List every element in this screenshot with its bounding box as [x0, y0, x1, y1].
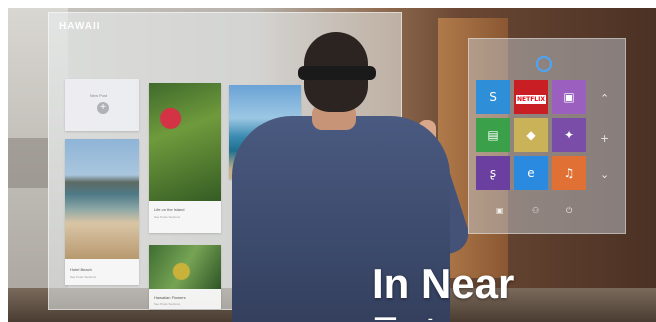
- cortana-icon[interactable]: [536, 56, 552, 72]
- overlay-caption: In Near Fut: [372, 260, 514, 320]
- flowers-photo: [149, 83, 221, 201]
- plus-icon[interactable]: +: [600, 132, 609, 145]
- people-icon[interactable]: ⚇: [532, 206, 539, 215]
- plus-icon[interactable]: +: [97, 102, 109, 114]
- chevron-down-icon[interactable]: ⌄: [600, 168, 609, 181]
- card-meta: See Posts Sections: [70, 275, 97, 279]
- window-title: HAWAII: [59, 21, 101, 32]
- new-post-card[interactable]: New Post +: [65, 79, 139, 131]
- app-icon: ▣: [563, 90, 575, 104]
- game-icon: ◆: [526, 128, 536, 142]
- edge-tile[interactable]: e: [514, 156, 548, 190]
- hololens-headset: [298, 66, 376, 80]
- card-title: Hawaiian Flowers: [154, 295, 186, 300]
- edge-icon: e: [527, 166, 535, 180]
- tropical-photo: [149, 245, 221, 289]
- game-tile[interactable]: ◆: [514, 118, 548, 152]
- compass-tile[interactable]: ✦: [552, 118, 586, 152]
- music-tile[interactable]: ♫: [552, 156, 586, 190]
- shazam-icon: ʂ: [489, 166, 497, 180]
- tropical-photo-card[interactable]: Hawaiian Flowers See Posts Sections: [149, 245, 221, 309]
- skype-tile[interactable]: S: [476, 80, 510, 114]
- card-title: Hotel Beach: [70, 267, 92, 272]
- netflix-tile[interactable]: NETFLIX: [514, 80, 548, 114]
- power-icon[interactable]: ⏻: [566, 206, 572, 216]
- room-shelf: [8, 138, 48, 188]
- netflix-logo: NETFLIX: [516, 95, 546, 104]
- caption-line-1: In Near: [372, 260, 515, 307]
- photo-icon[interactable]: ▣: [496, 206, 504, 215]
- caption-line-2: Fut: [372, 308, 514, 320]
- store-tile[interactable]: ▤: [476, 118, 510, 152]
- new-post-label: New Post: [90, 93, 108, 98]
- flowers-photo-card[interactable]: Life on the Island See Posts Sections: [149, 83, 221, 233]
- card-meta: See Posts Sections: [154, 215, 181, 219]
- card-title: Life on the Island: [154, 207, 185, 212]
- purple-app-tile[interactable]: ▣: [552, 80, 586, 114]
- chevron-up-icon[interactable]: ⌃: [600, 92, 609, 105]
- shazam-tile[interactable]: ʂ: [476, 156, 510, 190]
- card-meta: See Posts Sections: [154, 302, 181, 306]
- compass-icon: ✦: [563, 128, 575, 142]
- beach-photo: [65, 139, 139, 259]
- mixed-reality-photo: HAWAII New Post + Hotel Beach See Posts …: [8, 8, 656, 322]
- headphones-icon: ♫: [563, 166, 575, 180]
- skype-icon: S: [489, 90, 497, 104]
- beach-photo-card[interactable]: Hotel Beach See Posts Sections: [65, 139, 139, 285]
- store-icon: ▤: [487, 128, 499, 142]
